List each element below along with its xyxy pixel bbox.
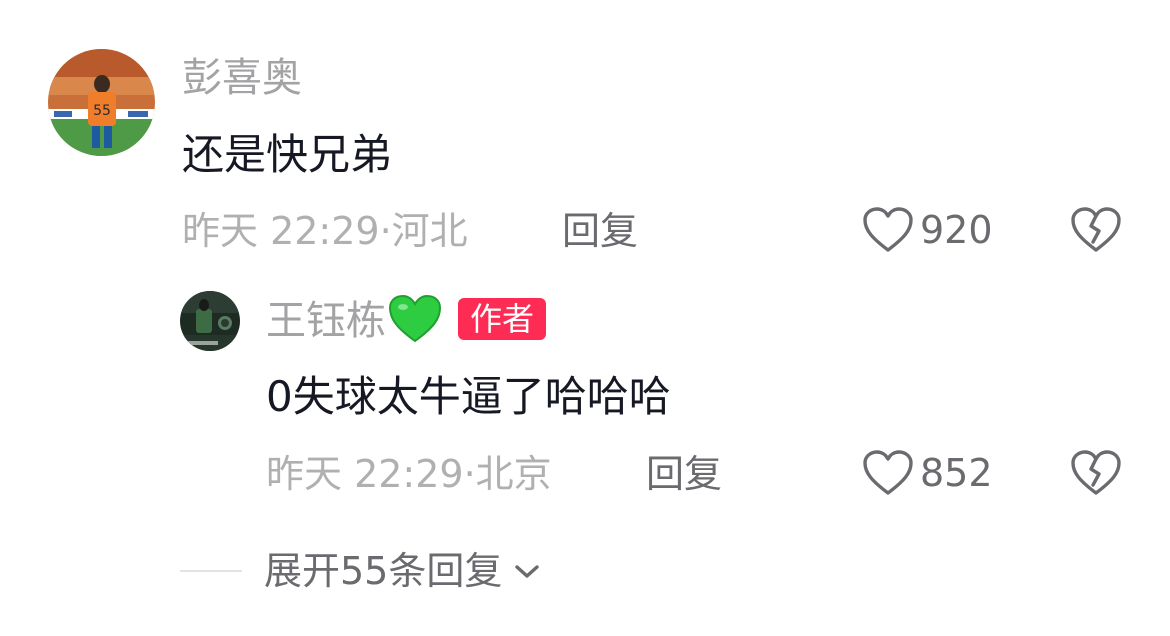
reply-reply-button[interactable]: 回复 (646, 455, 722, 493)
avatar[interactable]: 55 (48, 49, 155, 156)
avatar-image: 55 (48, 49, 155, 156)
reply-avatar[interactable] (180, 291, 240, 351)
expand-replies-label: 展开55条回复 (264, 549, 503, 593)
dislike-button[interactable] (1070, 206, 1122, 254)
comment-location: 河北 (391, 209, 468, 253)
reply-like-count: 852 (920, 451, 993, 495)
jersey-number: 55 (93, 103, 111, 119)
reply-button[interactable]: 回复 (562, 212, 638, 250)
comment-thread: 55 彭喜奥 还是快兄弟 昨天 22:29·河北 回复 920 王钰栋 作者 0… (0, 0, 1170, 636)
comment-time: 昨天 22:29· (182, 209, 392, 253)
heart-icon (863, 450, 913, 495)
heart-icon (863, 207, 913, 252)
reply-text: 0失球太牛逼了哈哈哈 (266, 372, 671, 421)
reply-like-button[interactable]: 852 (862, 449, 993, 497)
reply-header: 王钰栋 💚 作者 (266, 294, 547, 344)
reply-dislike-button[interactable] (1070, 449, 1122, 497)
comment-text: 还是快兄弟 (182, 130, 393, 179)
reply-location: 北京 (475, 452, 552, 496)
avatar-image (180, 291, 240, 351)
comment-meta: 昨天 22:29·河北 (182, 212, 468, 250)
comment-username[interactable]: 彭喜奥 (182, 58, 302, 98)
expand-replies-button[interactable]: 展开55条回复 (180, 552, 542, 590)
chevron-down-icon (515, 565, 540, 578)
broken-heart-icon (1071, 450, 1121, 495)
reply-username[interactable]: 王钰栋 (266, 301, 386, 341)
green-heart-icon (388, 294, 442, 343)
reply-time: 昨天 22:29· (266, 452, 476, 496)
reply-meta: 昨天 22:29·北京 (266, 455, 552, 493)
broken-heart-icon (1071, 207, 1121, 252)
like-count: 920 (920, 208, 993, 252)
author-badge: 作者 (458, 298, 547, 340)
like-button[interactable]: 920 (862, 206, 993, 254)
divider-line (180, 570, 242, 572)
